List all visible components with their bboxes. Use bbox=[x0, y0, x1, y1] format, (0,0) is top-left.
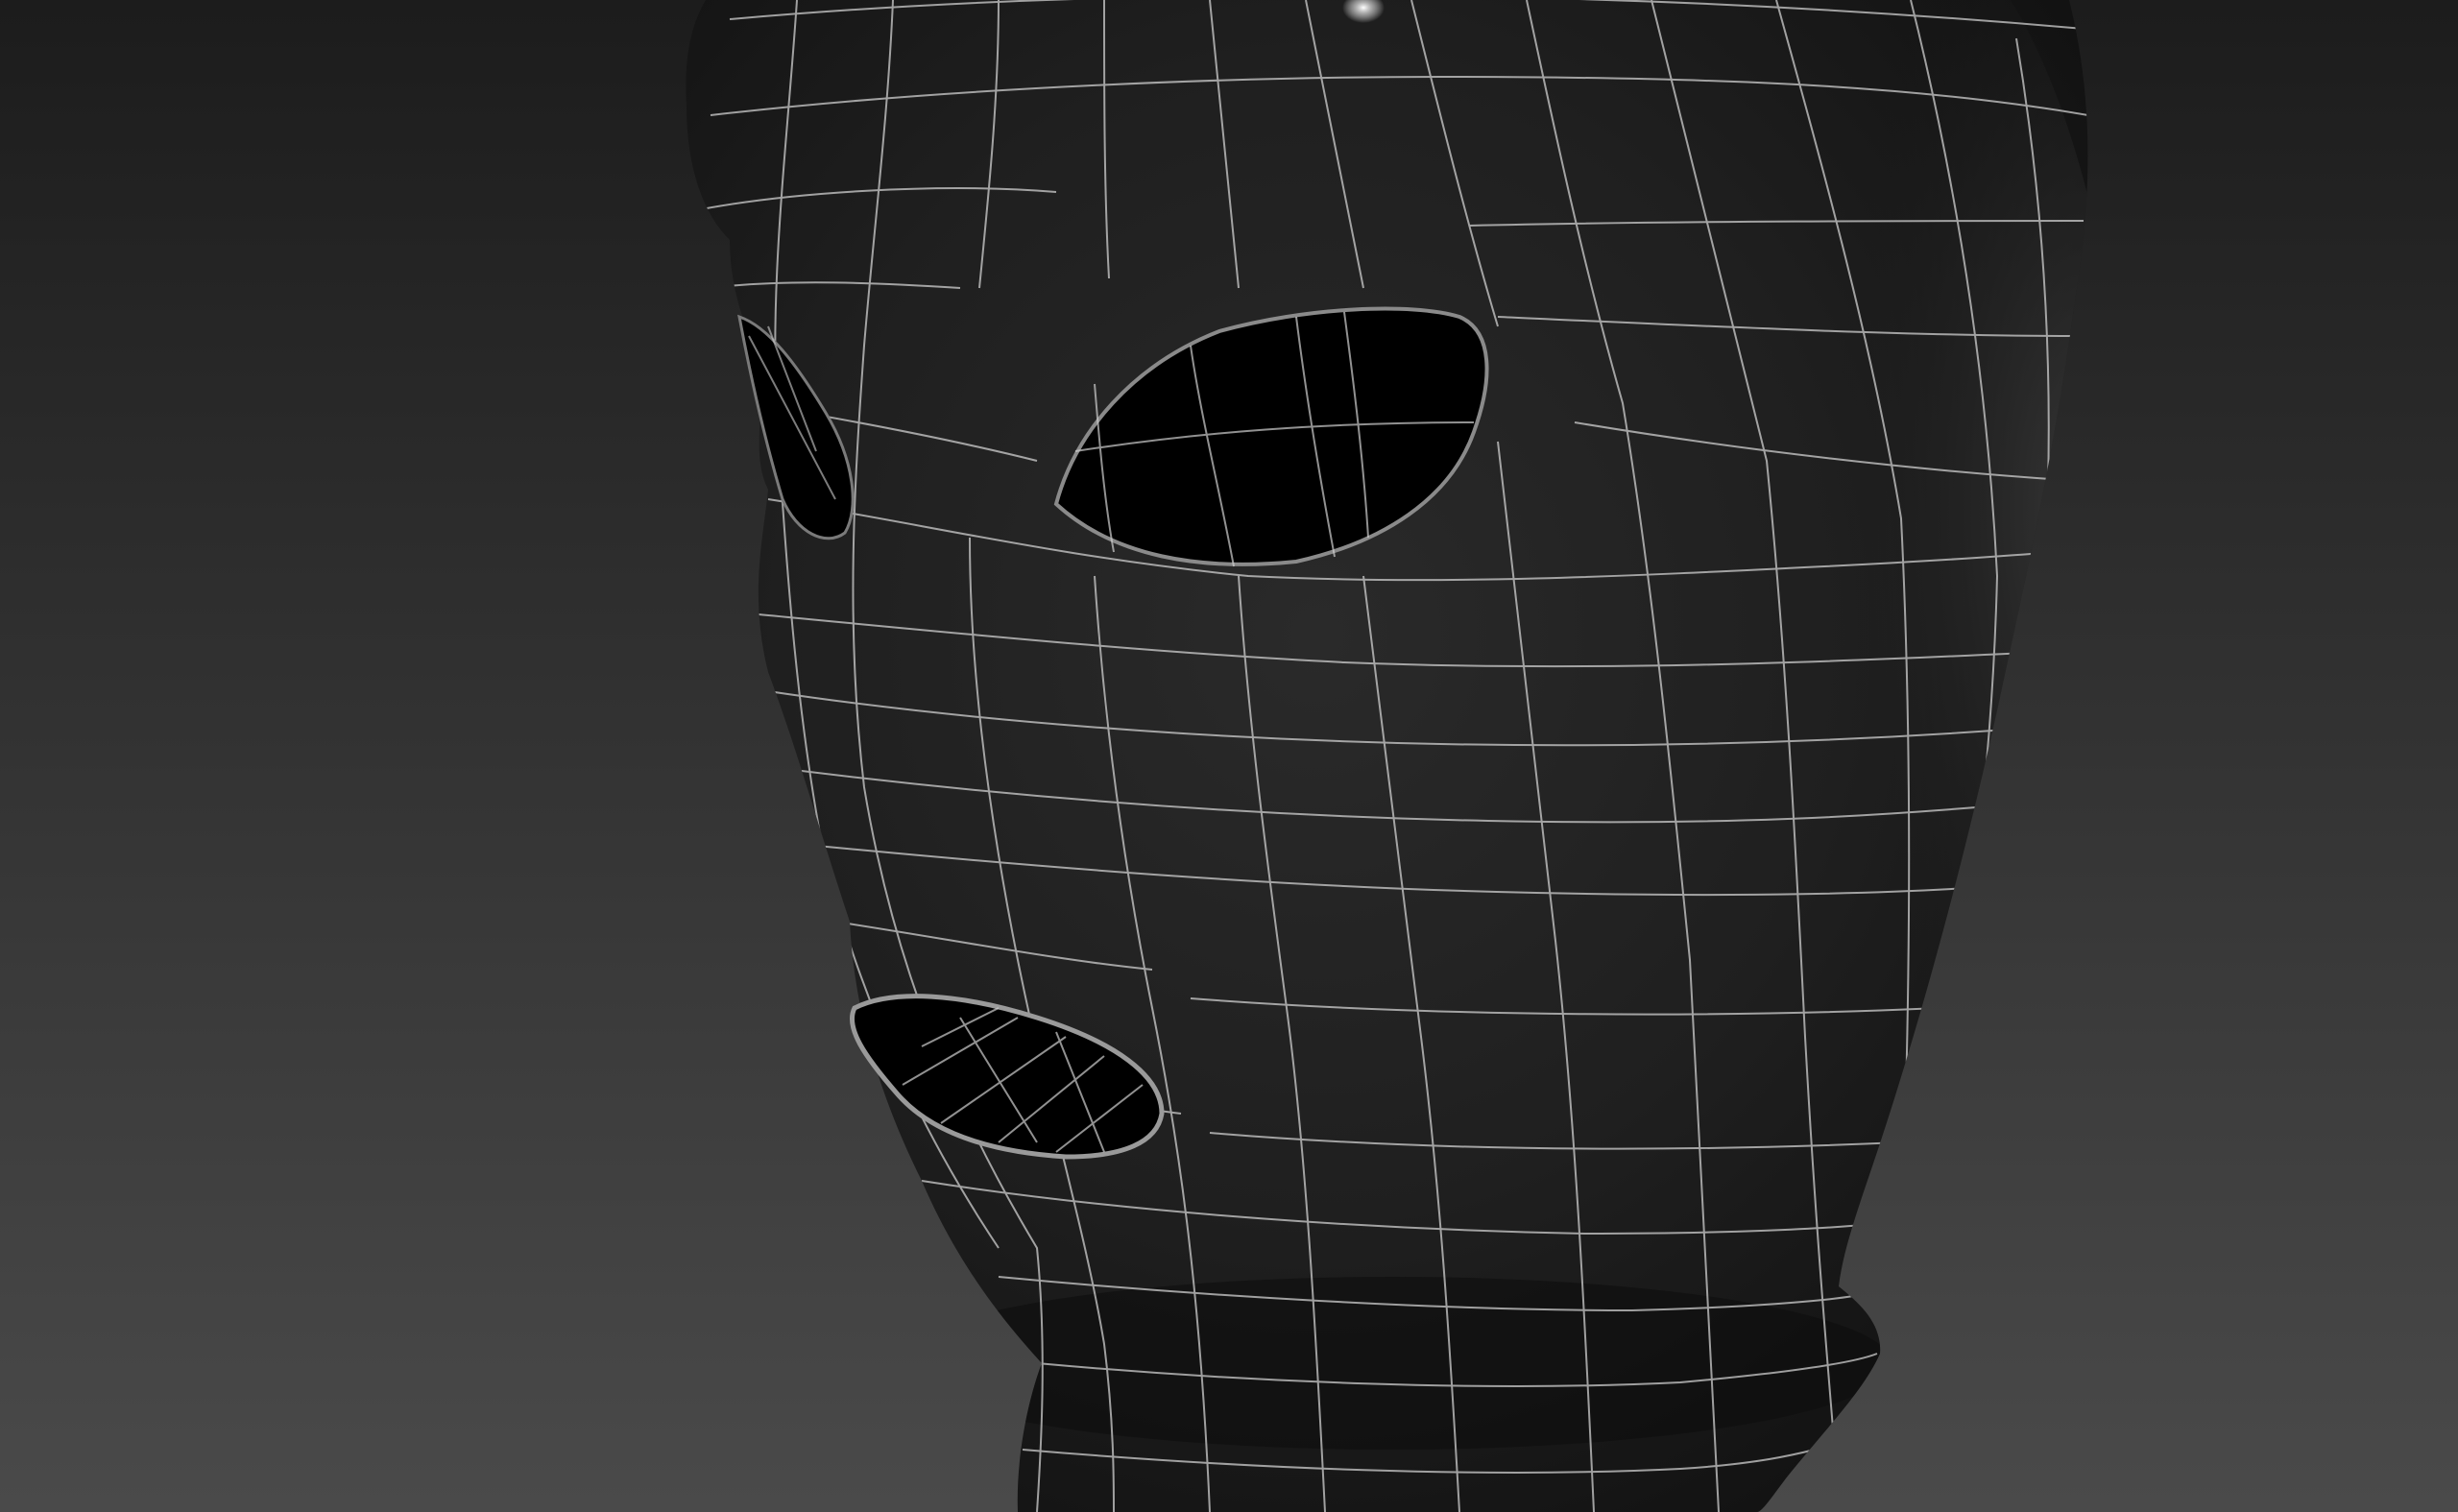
3d-viewport[interactable] bbox=[0, 0, 2458, 1512]
viewport-canvas[interactable] bbox=[0, 0, 2458, 1512]
